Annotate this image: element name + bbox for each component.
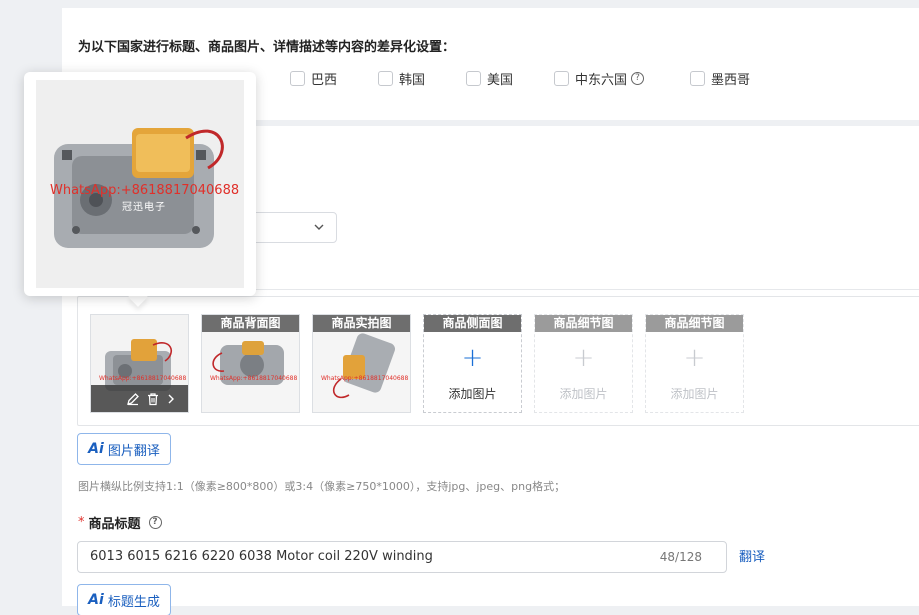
plus-icon: + <box>683 343 706 373</box>
country-label: 韩国 <box>399 72 426 88</box>
preview-watermark: WhatsApp:+8618817040688 <box>50 183 240 198</box>
help-icon[interactable]: ? <box>148 516 162 529</box>
country-checkbox-usa[interactable]: 美国 <box>466 68 513 88</box>
title-generate-button[interactable]: Ai 标题生成 <box>77 584 171 615</box>
slot-caption: 商品细节图 <box>646 315 743 332</box>
edit-icon[interactable] <box>126 392 140 406</box>
title-field-label: * 商品标题 ? <box>78 513 162 532</box>
chevron-down-icon <box>314 224 324 230</box>
slot-caption: 商品侧面图 <box>424 315 521 332</box>
image-hint-text: 图片横纵比例支持1:1（像素≥800*800）或3:4（像素≥750*1000）… <box>78 480 566 493</box>
country-label: 中东六国 <box>575 72 628 88</box>
country-settings-label: 为以下国家进行标题、商品图片、详情描述等内容的差异化设置： <box>78 40 456 55</box>
image-watermark: WhatsApp:+8618817040688 <box>99 375 187 382</box>
country-checkbox-korea[interactable]: 韩国 <box>378 68 425 88</box>
country-label: 美国 <box>487 72 514 88</box>
help-icon[interactable]: ? <box>631 71 645 85</box>
ai-icon: Ai <box>88 592 104 608</box>
button-label: 标题生成 <box>107 594 160 610</box>
checkbox[interactable] <box>690 70 705 86</box>
title-label-text: 商品标题 <box>88 517 141 532</box>
preview-image: WhatsApp:+8618817040688 冠迅电子 <box>36 80 244 288</box>
country-checkbox-mexico[interactable]: 墨西哥 <box>690 68 750 88</box>
main-image-thumb[interactable]: WhatsApp:+8618817040688 <box>90 314 189 413</box>
real-shot-image-slot[interactable]: WhatsApp:+8618817040688 商品实拍图 <box>312 314 411 413</box>
checkbox[interactable] <box>290 70 305 86</box>
slot-caption: 商品实拍图 <box>313 315 410 332</box>
title-translate-link[interactable]: 翻译 <box>739 546 765 565</box>
chevron-right-icon[interactable] <box>166 393 176 405</box>
country-label: 巴西 <box>311 72 338 88</box>
image-translate-button[interactable]: Ai 图片翻译 <box>77 433 171 465</box>
add-image-label: 添加图片 <box>448 387 497 401</box>
product-title-input[interactable]: 6013 6015 6216 6220 6038 Motor coil 220V… <box>77 541 727 573</box>
divider <box>230 289 919 290</box>
add-image-label: 添加图片 <box>670 387 719 401</box>
brand-text: 冠迅电子 <box>122 202 166 213</box>
char-counter: 48/128 <box>659 550 702 564</box>
detail-image-slot-2: 商品细节图 + 添加图片 <box>645 314 744 413</box>
back-image-slot[interactable]: WhatsApp:+8618817040688 商品背面图 <box>201 314 300 413</box>
title-value: 6013 6015 6216 6220 6038 Motor coil 220V… <box>90 549 433 564</box>
button-label: 图片翻译 <box>107 443 160 459</box>
image-preview-popover: WhatsApp:+8618817040688 冠迅电子 <box>24 72 256 296</box>
country-checkbox-brazil[interactable]: 巴西 <box>290 68 337 88</box>
country-checkbox-middle-east[interactable]: 中东六国 ? <box>554 68 645 88</box>
required-mark: * <box>78 515 85 530</box>
delete-icon[interactable] <box>146 392 160 406</box>
side-image-slot[interactable]: 商品侧面图 + 添加图片 <box>423 314 522 413</box>
slot-caption: 商品细节图 <box>535 315 632 332</box>
country-label: 墨西哥 <box>711 72 751 88</box>
plus-icon: + <box>572 343 595 373</box>
slot-caption: 商品背面图 <box>202 315 299 332</box>
image-watermark: WhatsApp:+8618817040688 <box>321 375 409 382</box>
checkbox[interactable] <box>554 70 569 86</box>
detail-image-slot-1: 商品细节图 + 添加图片 <box>534 314 633 413</box>
add-image-label: 添加图片 <box>559 387 608 401</box>
thumb-action-bar <box>91 385 188 412</box>
checkbox[interactable] <box>466 70 481 86</box>
ai-icon: Ai <box>88 441 104 457</box>
image-watermark: WhatsApp:+8618817040688 <box>210 375 298 382</box>
plus-icon: + <box>461 343 484 373</box>
checkbox[interactable] <box>378 70 393 86</box>
